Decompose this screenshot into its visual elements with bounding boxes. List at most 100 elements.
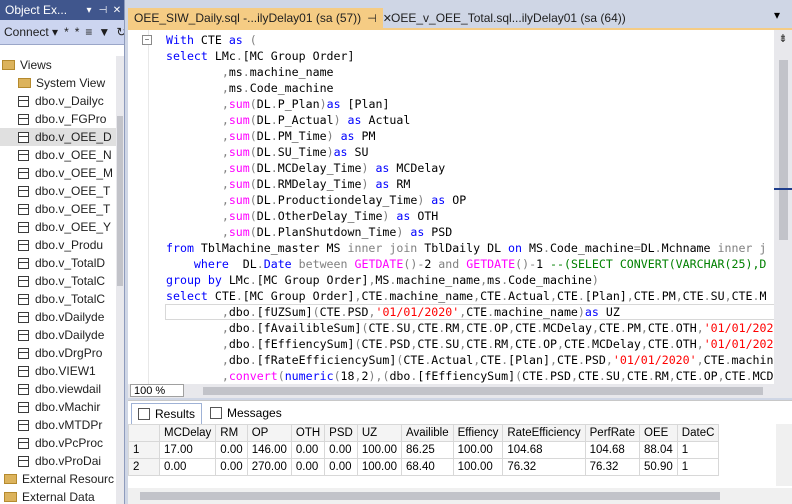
pin-icon[interactable]: ⊣ — [96, 5, 110, 16]
tree-item[interactable]: dbo.v_OEE_M — [0, 164, 116, 182]
collapse-icon[interactable]: − — [142, 35, 152, 45]
column-header[interactable]: RateEfficiency — [502, 424, 586, 442]
tree-item[interactable]: dbo.v_OEE_D — [0, 128, 116, 146]
table-cell[interactable]: 68.40 — [401, 458, 454, 476]
object-explorer-scrollbar[interactable] — [116, 56, 124, 504]
table-cell[interactable]: 100.00 — [452, 441, 504, 459]
table-cell[interactable]: 17.00 — [158, 441, 217, 459]
zoom-select[interactable]: 100 % — [130, 384, 184, 397]
table-cell[interactable]: 76.32 — [584, 458, 641, 476]
tab-oee-v-oee-total[interactable]: OEE_v_OEE_Total.sql...ilyDelay01 (sa (64… — [385, 8, 626, 28]
tree-item[interactable]: dbo.v_OEE_N — [0, 146, 116, 164]
tree-item[interactable]: dbo.vDrgPro — [0, 344, 116, 362]
table-cell[interactable]: 104.68 — [584, 441, 641, 459]
table-cell[interactable]: 270.00 — [246, 458, 292, 476]
tree-item[interactable]: dbo.v_OEE_T — [0, 182, 116, 200]
tree-item-label: External Data — [22, 490, 95, 504]
tree-item[interactable]: dbo.vPcProc — [0, 434, 116, 452]
tree-item[interactable]: dbo.v_OEE_Y — [0, 218, 116, 236]
tree-item[interactable]: dbo.v_Dailyc — [0, 92, 116, 110]
table-row[interactable]: 1 17.00 0.00 146.00 0.00 0.00 100.00 86.25 100.0… — [128, 441, 720, 459]
table-cell[interactable]: 100.00 — [452, 458, 504, 476]
row-number[interactable]: 1 — [128, 441, 160, 459]
column-header[interactable]: Effiency — [452, 424, 504, 442]
tree-item[interactable]: dbo.viewdail — [0, 380, 116, 398]
table-cell[interactable]: 50.90 — [639, 458, 678, 476]
tree-item[interactable]: External Data — [0, 488, 116, 504]
table-cell[interactable]: 86.25 — [401, 441, 454, 459]
tab-overflow-icon[interactable]: ▾ — [774, 8, 780, 22]
tab-results[interactable]: Results — [131, 403, 203, 424]
table-cell[interactable]: 1 — [676, 441, 720, 459]
tree-item[interactable]: dbo.vMTDPr — [0, 416, 116, 434]
tree-item[interactable]: Views — [0, 56, 116, 74]
tree-item[interactable]: dbo.v_Produ — [0, 236, 116, 254]
table-cell[interactable]: 0.00 — [290, 441, 326, 459]
table-cell[interactable]: 88.04 — [639, 441, 678, 459]
table-cell[interactable]: 0.00 — [158, 458, 217, 476]
sql-editor[interactable]: − With CTE as ( select LMc.[MC Group Ord… — [128, 28, 792, 386]
corner-cell[interactable] — [128, 424, 160, 442]
disconnect-icon[interactable]: * — [75, 25, 80, 39]
dropdown-icon[interactable]: ▾ — [82, 5, 96, 16]
column-header[interactable]: PSD — [324, 424, 358, 442]
pin-icon[interactable]: ⊣ — [367, 12, 377, 25]
tab-messages-label: Messages — [227, 406, 282, 420]
column-header[interactable]: RM — [215, 424, 248, 442]
table-cell[interactable]: 0.00 — [324, 458, 358, 476]
tab-oee-siw-daily[interactable]: OEE_SIW_Daily.sql -...ilyDelay01 (sa (57… — [128, 8, 392, 28]
table-cell[interactable]: 104.68 — [502, 441, 586, 459]
horizontal-scrollbar-thumb[interactable] — [203, 387, 763, 395]
tree-item[interactable]: dbo.vDailyde — [0, 326, 116, 344]
connect-button[interactable]: Connect ▾ — [4, 25, 58, 39]
editor-vertical-scrollbar[interactable]: ⇟ — [774, 30, 792, 386]
table-cell[interactable]: 146.00 — [246, 441, 292, 459]
tree-item-label: dbo.v_OEE_T — [35, 202, 111, 216]
tree-item[interactable]: dbo.v_TotalC — [0, 290, 116, 308]
table-cell[interactable]: 0.00 — [215, 458, 248, 476]
table-cell[interactable]: 0.00 — [324, 441, 358, 459]
column-header[interactable]: DateC — [676, 424, 720, 442]
table-row[interactable]: 2 0.00 0.00 270.00 0.00 0.00 100.00 68.40 100.00… — [128, 458, 720, 476]
column-header[interactable]: OTH — [290, 424, 326, 442]
column-header[interactable]: UZ — [356, 424, 403, 442]
tree-item[interactable]: dbo.vDailyde — [0, 308, 116, 326]
scrollbar-thumb[interactable] — [779, 60, 788, 240]
row-number[interactable]: 2 — [128, 458, 160, 476]
tree-item[interactable]: dbo.v_OEE_T — [0, 200, 116, 218]
column-header[interactable]: Availible — [401, 424, 454, 442]
table-cell[interactable]: 0.00 — [215, 441, 248, 459]
table-cell[interactable]: 100.00 — [356, 458, 403, 476]
scrollbar-thumb[interactable] — [140, 492, 720, 500]
column-header[interactable]: OEE — [639, 424, 678, 442]
close-icon[interactable]: ✕ — [110, 5, 124, 16]
tree-item[interactable]: dbo.v_TotalC — [0, 272, 116, 290]
tree-item[interactable]: dbo.vMachir — [0, 398, 116, 416]
tree-item-label: dbo.vPcProc — [35, 436, 104, 450]
column-header[interactable]: OP — [246, 424, 292, 442]
tree-item[interactable]: dbo.VIEW1 — [0, 362, 116, 380]
connect-icon[interactable]: * — [64, 25, 69, 39]
split-icon[interactable]: ⇟ — [776, 32, 790, 46]
filter-icon[interactable]: ▼ — [98, 25, 110, 39]
tab-messages[interactable]: Messages — [204, 403, 288, 423]
results-table[interactable]: MCDelay RM OP OTH PSD UZ Availible Effiency Rate… — [128, 424, 720, 476]
grid-vertical-scrollbar[interactable] — [776, 424, 792, 486]
tree-item[interactable]: System View — [0, 74, 116, 92]
tree-item[interactable]: dbo.vProDai — [0, 452, 116, 470]
refresh-icon[interactable]: ↻ — [116, 25, 124, 39]
tree-item-label: dbo.v_TotalD — [35, 256, 106, 270]
table-cell[interactable]: 76.32 — [502, 458, 586, 476]
tree-item[interactable]: External Resourc — [0, 470, 116, 488]
sql-code[interactable]: With CTE as ( select LMc.[MC Group Order… — [164, 32, 792, 384]
table-cell[interactable]: 0.00 — [290, 458, 326, 476]
tree-item[interactable]: dbo.v_TotalD — [0, 254, 116, 272]
stop-icon[interactable]: ≡ — [85, 25, 92, 39]
scrollbar-thumb[interactable] — [117, 116, 123, 286]
column-header[interactable]: PerfRate — [584, 424, 641, 442]
tree-item[interactable]: dbo.v_FGPro — [0, 110, 116, 128]
grid-horizontal-scrollbar[interactable] — [128, 488, 792, 504]
table-cell[interactable]: 1 — [676, 458, 720, 476]
column-header[interactable]: MCDelay — [158, 424, 217, 442]
table-cell[interactable]: 100.00 — [356, 441, 403, 459]
